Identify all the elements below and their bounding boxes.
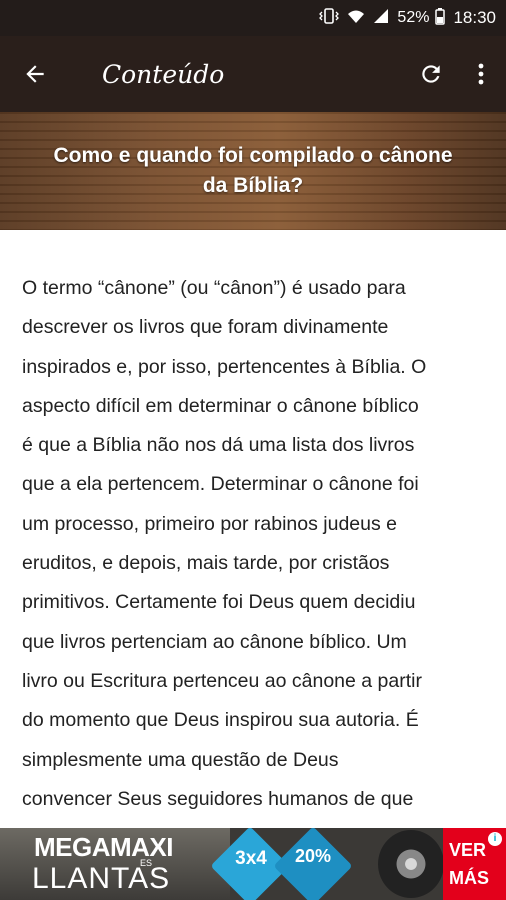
body-line: convencer Seus seguidores humanos de que <box>22 787 414 810</box>
more-vert-icon[interactable] <box>456 36 506 112</box>
body-line: O termo “cânone” (ou “cânon”) é usado pa… <box>22 277 406 299</box>
app-bar-title: Conteúdo <box>102 59 225 89</box>
ad-brand-line2: LLANTAS <box>32 862 171 895</box>
body-line: descrever os livros que foram divinament… <box>22 316 389 339</box>
body-line: livro ou Escritura pertenceu ao cânone a… <box>22 669 422 692</box>
ad-badge-20: 20% <box>294 846 332 866</box>
status-time: 18:30 <box>453 8 496 27</box>
ad-brand-line1: MEGAMAXI <box>34 832 174 862</box>
body-line: simplesmente uma questão de Deus <box>22 748 339 771</box>
body-line: é que a Bíblia não nos dá uma lista dos … <box>22 434 415 457</box>
body-line: aspecto difícil em determinar o cânone b… <box>22 394 419 417</box>
body-line: um processo, primeiro por rabinos judeus… <box>22 512 398 535</box>
article-body: O termo “cânone” (ou “cânon”) é usado pa… <box>22 269 488 819</box>
battery-icon <box>435 7 446 29</box>
ad-cta-line2: MÁS <box>449 868 489 888</box>
signal-icon <box>373 8 389 28</box>
app-bar: Conteúdo <box>0 36 506 112</box>
ad-cta-line1: VER <box>449 840 487 860</box>
status-bar: 52% 18:30 <box>0 0 506 36</box>
vibrate-icon <box>319 8 340 28</box>
body-line: inspirados e, por isso, pertencentes à B… <box>22 355 427 378</box>
ad-banner[interactable]: MEGAMAXI ES LLANTAS 3x4 20% VER MÁS i <box>0 828 506 900</box>
body-line: primitivos. Certamente foi Deus quem dec… <box>22 591 416 614</box>
ad-info-icon[interactable]: i <box>488 832 502 846</box>
ad-badge-3x4: 3x4 <box>235 848 267 869</box>
wifi-icon <box>347 8 365 28</box>
refresh-icon[interactable] <box>406 36 456 112</box>
body-line: eruditos, e depois, mais tarde, por cris… <box>22 552 390 575</box>
article-header-banner: Como e quando foi compilado o cânone da … <box>0 112 506 230</box>
battery-percentage: 52% <box>397 9 430 26</box>
back-arrow-icon[interactable] <box>0 36 70 112</box>
body-line: que a ela pertencem. Determinar o cânone… <box>22 473 419 496</box>
body-line: do momento que Deus inspirou sua autoria… <box>22 709 419 732</box>
body-line: que livros pertenciam ao cânone bíblico.… <box>22 630 407 653</box>
tire-image <box>378 830 444 898</box>
article-title: Como e quando foi compilado o cânone da … <box>53 144 453 197</box>
